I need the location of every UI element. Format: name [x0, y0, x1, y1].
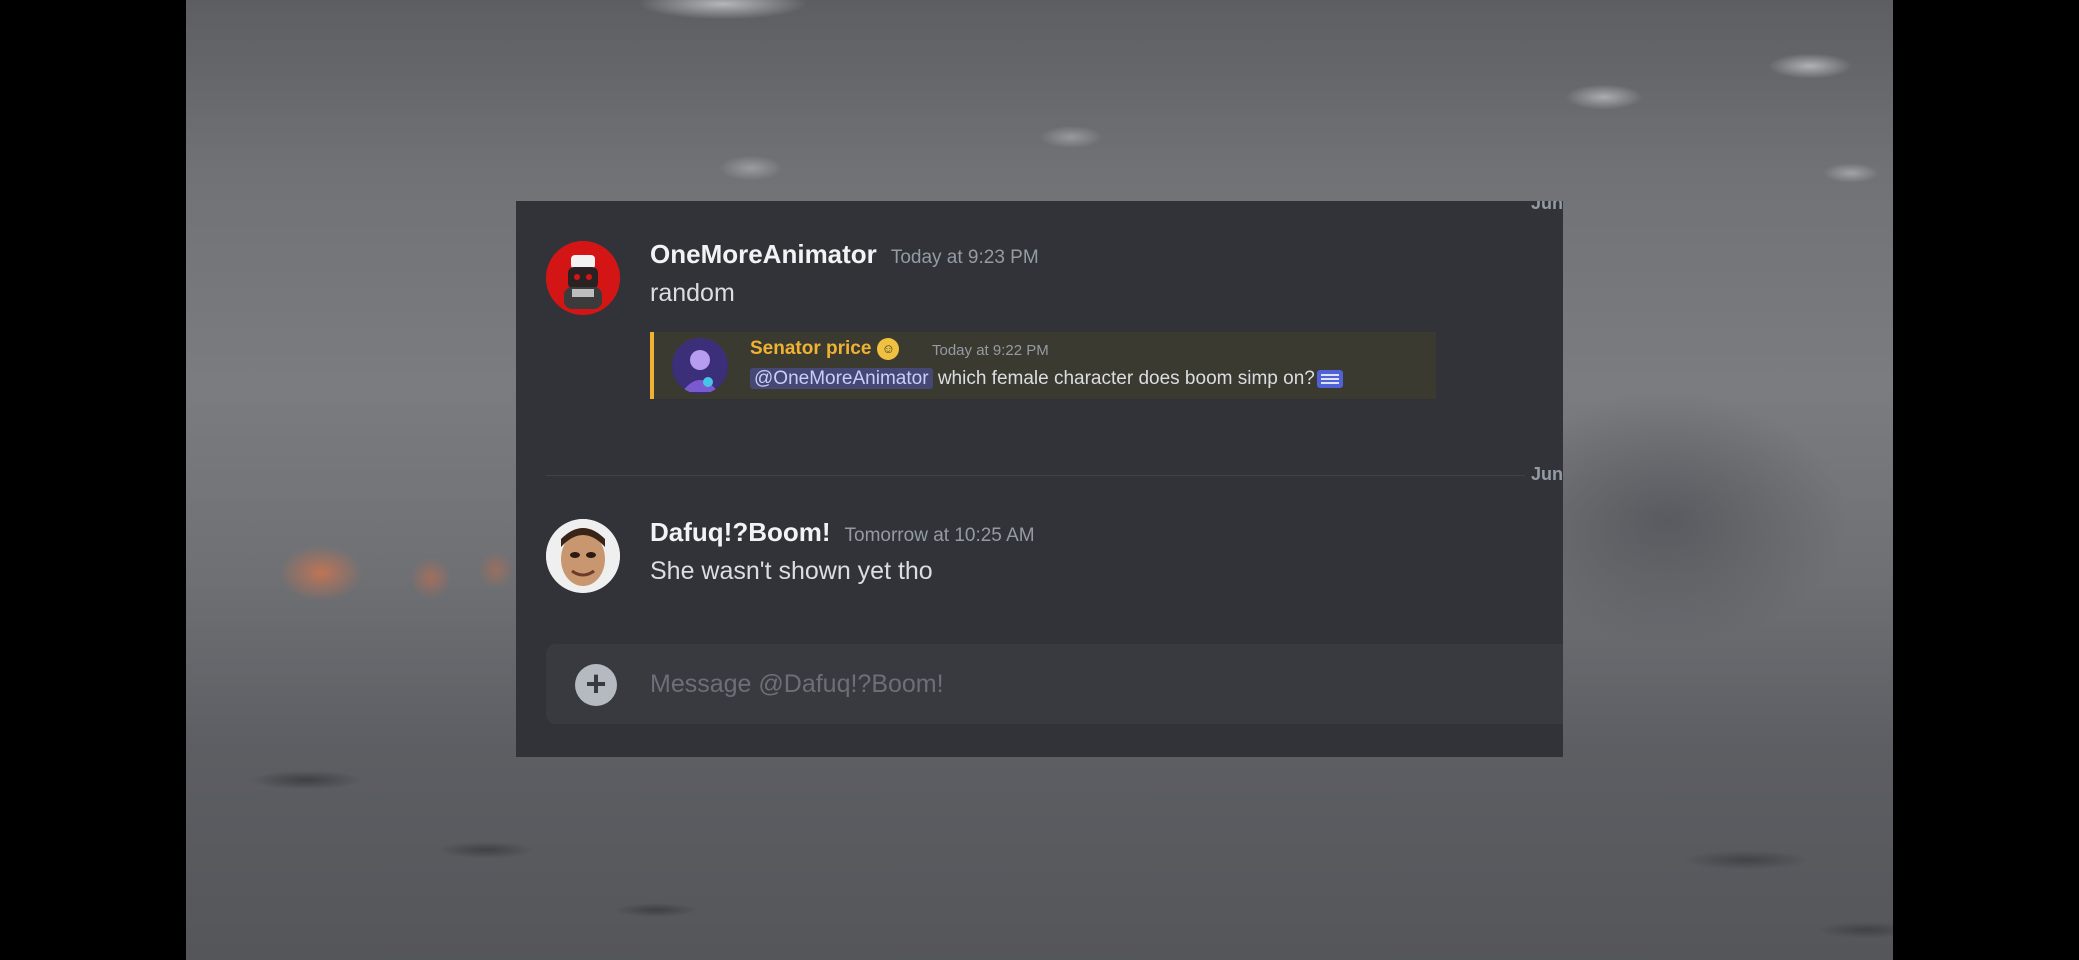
date-divider-label: Jun — [1524, 464, 1563, 485]
message-composer: + — [546, 644, 1563, 724]
date-divider-line — [546, 475, 1563, 476]
message-content: She wasn't shown yet tho — [650, 557, 933, 585]
face-avatar-icon — [546, 519, 620, 593]
message-header: Dafuq!?Boom! Tomorrow at 10:25 AM — [650, 517, 1035, 548]
reply-username[interactable]: Senator price — [750, 338, 871, 359]
red-helmet-avatar-icon — [546, 241, 620, 315]
message-header: OneMoreAnimator Today at 9:23 PM — [650, 239, 1039, 270]
quoted-reply[interactable]: Senator price ☺ Today at 9:22 PM @OneMore… — [650, 332, 1436, 399]
emoji-badge-icon: ☺ — [877, 338, 900, 360]
avatar[interactable] — [546, 519, 620, 593]
username[interactable]: OneMoreAnimator — [650, 239, 877, 270]
reply-avatar[interactable] — [672, 338, 728, 394]
user-mention[interactable]: @OneMoreAnimator — [750, 368, 933, 389]
username[interactable]: Dafuq!?Boom! — [650, 517, 831, 548]
add-attachment-button[interactable]: + — [575, 664, 617, 706]
discord-chat-panel: Jun OneMoreAnimator Today at 9:23 PM ran… — [516, 201, 1563, 757]
message-input[interactable] — [650, 644, 1543, 724]
date-divider-top-label: Jun — [1530, 201, 1563, 213]
avatar[interactable] — [546, 241, 620, 315]
timestamp: Tomorrow at 10:25 AM — [844, 525, 1035, 546]
reply-username-row: Senator price ☺ — [750, 338, 900, 360]
reply-text: which female character does boom simp on… — [937, 368, 1315, 389]
reply-timestamp: Today at 9:22 PM — [932, 342, 1049, 359]
message-content: random — [650, 279, 735, 307]
reply-avatar-icon — [672, 338, 728, 394]
reply-text-row: @OneMoreAnimator which female character … — [750, 368, 1343, 390]
timestamp: Today at 9:23 PM — [890, 247, 1039, 268]
emoji-icon — [1316, 369, 1343, 388]
